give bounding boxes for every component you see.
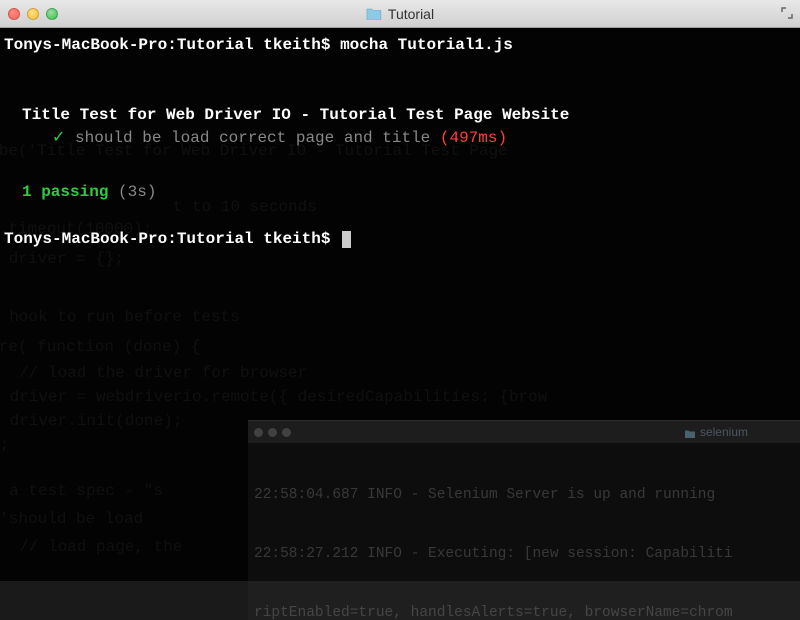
command-text: mocha Tutorial1.js <box>340 36 513 54</box>
log-line: 22:58:04.687 INFO - Selenium Server is u… <box>254 486 800 506</box>
selenium-log: 22:58:04.687 INFO - Selenium Server is u… <box>248 443 800 620</box>
test-description: should be load correct page and title <box>65 129 439 147</box>
shell-prompt: Tonys-MacBook-Pro:Tutorial tkeith$ <box>4 230 340 248</box>
terminal[interactable]: cribe('Title Test for Web Driver IO - Tu… <box>0 28 800 581</box>
log-line: riptEnabled=true, handlesAlerts=true, br… <box>254 604 800 620</box>
zoom-button[interactable] <box>46 8 58 20</box>
passing-time: (3s) <box>108 183 156 201</box>
test-result-line: ✓ should be load correct page and title … <box>52 127 796 149</box>
folder-icon <box>684 427 696 437</box>
minimize-icon <box>268 428 277 437</box>
zoom-icon <box>282 428 291 437</box>
prompt-line: Tonys-MacBook-Pro:Tutorial tkeith$ mocha… <box>4 34 796 56</box>
selenium-window-title: selenium <box>684 424 748 441</box>
bg-code: driver.init(done); <box>0 410 182 432</box>
traffic-lights <box>8 8 58 20</box>
test-suite-title: Title Test for Web Driver IO - Tutorial … <box>22 104 796 126</box>
folder-icon <box>366 7 382 20</box>
bg-code: efore( function (done) { <box>0 336 200 358</box>
check-icon: ✓ <box>52 129 65 147</box>
log-line: 22:58:27.212 INFO - Executing: [new sess… <box>254 545 800 565</box>
window-title-text: Tutorial <box>388 6 434 22</box>
window-titlebar: Tutorial <box>0 0 800 28</box>
selenium-titlebar: selenium <box>248 421 800 443</box>
bg-code: ar driver = {}; <box>0 248 124 270</box>
close-button[interactable] <box>8 8 20 20</box>
window-title: Tutorial <box>366 6 434 22</box>
bg-code: t('should be load <box>0 508 153 530</box>
passing-summary: 1 passing (3s) <box>22 181 796 203</box>
bg-code: ); <box>0 434 9 456</box>
bg-code: // load page, the <box>0 536 182 558</box>
test-timing: (497ms) <box>440 129 507 147</box>
minimize-button[interactable] <box>27 8 39 20</box>
bg-code: / hook to run before tests <box>0 306 240 328</box>
close-icon <box>254 428 263 437</box>
bg-code: / a test spec - "s <box>0 480 163 502</box>
bg-code: driver = webdriverio.remote({ desiredCap… <box>0 386 547 408</box>
shell-prompt: Tonys-MacBook-Pro:Tutorial tkeith$ <box>4 36 340 54</box>
expand-icon[interactable] <box>780 6 794 20</box>
selenium-window: selenium 22:58:04.687 INFO - Selenium Se… <box>248 420 800 620</box>
passing-count: 1 passing <box>22 183 108 201</box>
cursor <box>342 231 351 248</box>
bg-code: // load the driver for browser <box>0 362 307 384</box>
prompt-line: Tonys-MacBook-Pro:Tutorial tkeith$ <box>4 228 796 250</box>
